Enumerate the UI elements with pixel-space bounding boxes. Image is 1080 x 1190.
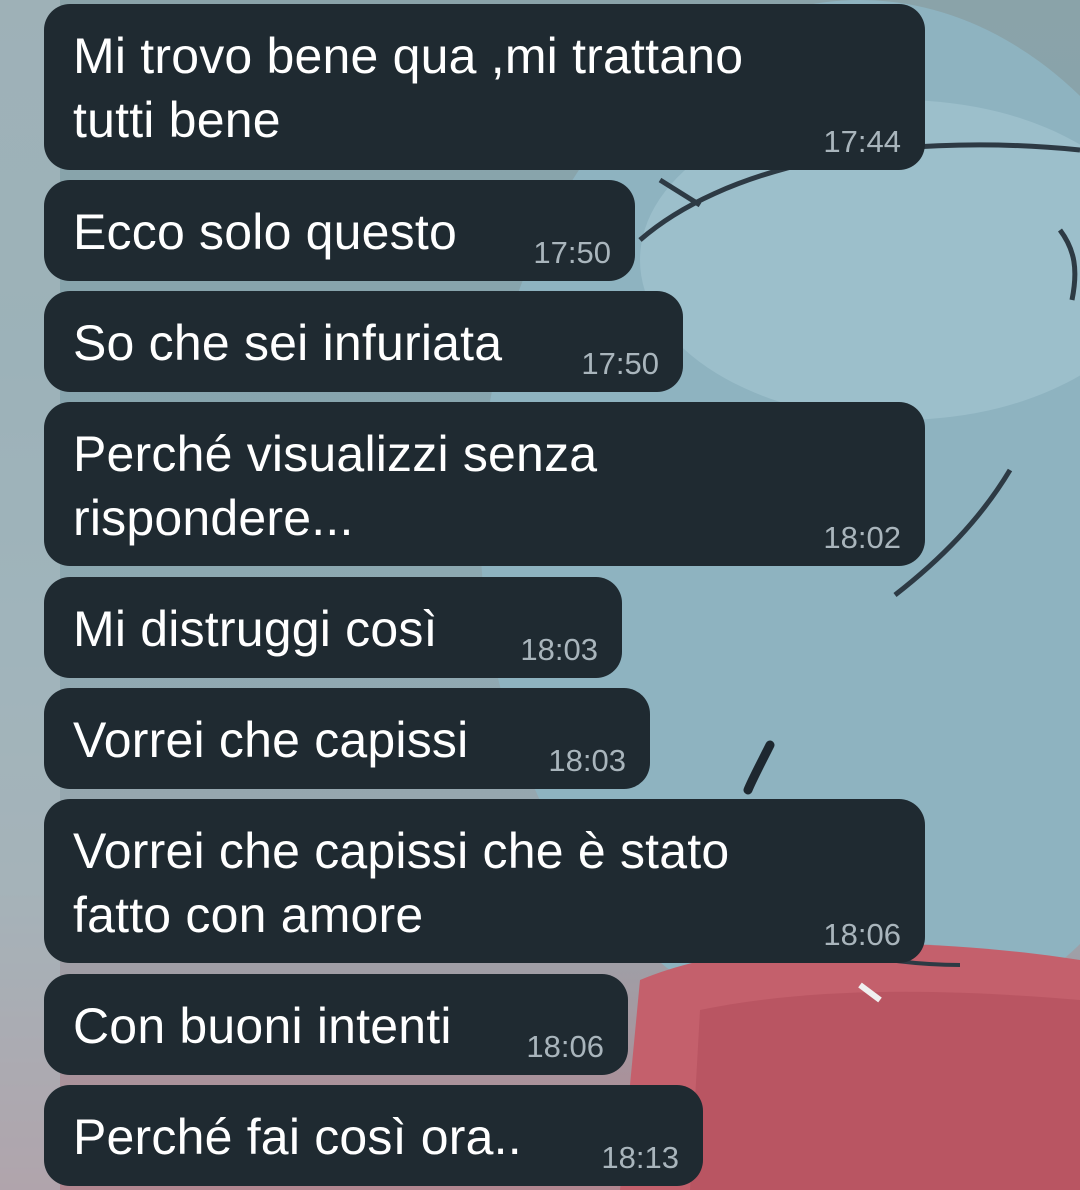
message-bubble[interactable]: Mi trovo bene qua ,mi trattano tutti ben… — [44, 4, 925, 170]
message-bubble[interactable]: Ecco solo questo 17:50 — [44, 180, 635, 281]
message-time: 18:06 — [823, 917, 901, 952]
message-time: 18:03 — [520, 632, 598, 667]
message-bubble[interactable]: So che sei infuriata 17:50 — [44, 291, 683, 392]
message-bubble[interactable]: Con buoni intenti 18:06 — [44, 974, 628, 1075]
message-bubble[interactable]: Mi distruggi così 18:03 — [44, 577, 622, 678]
message-time: 18:13 — [601, 1140, 679, 1175]
message-text: Perché visualizzi senza rispondere... — [73, 426, 598, 546]
message-time: 17:50 — [581, 346, 659, 381]
message-time: 18:03 — [548, 743, 626, 778]
message-text: Perché fai così ora.. — [73, 1109, 522, 1165]
message-text: Mi trovo bene qua ,mi trattano tutti ben… — [73, 28, 744, 148]
message-text: Vorrei che capissi — [73, 712, 469, 768]
message-time: 17:50 — [533, 235, 611, 270]
message-bubble[interactable]: Vorrei che capissi 18:03 — [44, 688, 650, 789]
chat-message-list[interactable]: Mi trovo bene qua ,mi trattano tutti ben… — [0, 0, 1080, 1190]
message-text: Ecco solo questo — [73, 204, 457, 260]
message-time: 18:06 — [526, 1029, 604, 1064]
message-time: 18:02 — [823, 520, 901, 555]
message-text: So che sei infuriata — [73, 315, 503, 371]
message-text: Mi distruggi così — [73, 601, 438, 657]
message-bubble[interactable]: Perché visualizzi senza rispondere... 18… — [44, 402, 925, 566]
message-time: 17:44 — [823, 124, 901, 159]
message-text: Vorrei che capissi che è stato fatto con… — [73, 823, 730, 943]
message-bubble[interactable]: Vorrei che capissi che è stato fatto con… — [44, 799, 925, 963]
message-text: Con buoni intenti — [73, 998, 452, 1054]
message-bubble[interactable]: Perché fai così ora.. 18:13 — [44, 1085, 703, 1186]
